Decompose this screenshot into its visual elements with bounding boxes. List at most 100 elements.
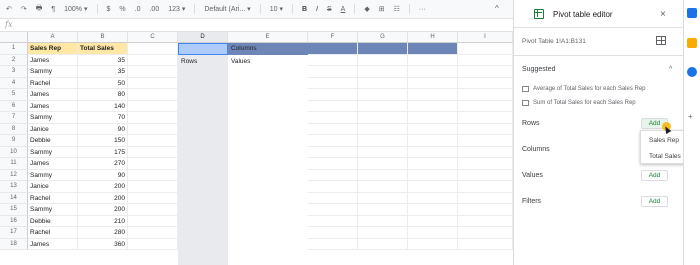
suggestion-sum[interactable]: Sum of Total Sales for each Sales Rep [522, 100, 636, 106]
row-header[interactable]: 9 [0, 135, 28, 147]
empty-cell[interactable] [128, 123, 178, 135]
collapse-toolbar-icon[interactable]: ^ [495, 4, 499, 13]
empty-cell[interactable] [358, 215, 408, 227]
row-header[interactable]: 4 [0, 77, 28, 89]
row-header[interactable]: 2 [0, 54, 28, 66]
cell-total-sales[interactable]: 175 [78, 146, 128, 158]
cell-total-sales[interactable]: 140 [78, 100, 128, 112]
empty-cell[interactable] [358, 123, 408, 135]
empty-cell[interactable] [308, 43, 358, 55]
empty-cell[interactable] [408, 146, 458, 158]
empty-cell[interactable] [128, 43, 178, 55]
cell-sales-rep[interactable]: Rachel [28, 77, 78, 89]
select-range-icon[interactable] [656, 36, 666, 45]
increase-decimal-button[interactable]: .00 [149, 6, 159, 13]
column-header-h[interactable]: H [408, 32, 458, 43]
empty-cell[interactable] [308, 54, 358, 66]
cell-total-sales[interactable]: 80 [78, 89, 128, 101]
paint-format-icon[interactable]: ¶ [51, 6, 55, 13]
empty-cell[interactable] [128, 66, 178, 78]
column-header-i[interactable]: I [458, 32, 513, 43]
values-add-button[interactable]: Add [641, 170, 668, 181]
empty-cell[interactable] [128, 215, 178, 227]
row-header[interactable]: 17 [0, 227, 28, 239]
empty-cell[interactable] [458, 77, 513, 89]
empty-cell[interactable] [408, 135, 458, 147]
cell-total-sales[interactable]: 90 [78, 169, 128, 181]
empty-cell[interactable] [358, 112, 408, 124]
row-header[interactable]: 3 [0, 66, 28, 78]
cell-sales-rep[interactable]: Debbie [28, 215, 78, 227]
empty-cell[interactable] [308, 215, 358, 227]
row-header[interactable]: 5 [0, 89, 28, 101]
empty-cell[interactable] [458, 66, 513, 78]
row-header[interactable]: 12 [0, 169, 28, 181]
tasks-icon[interactable] [687, 67, 697, 77]
cell-total-sales[interactable]: 90 [78, 123, 128, 135]
cell-sales-rep[interactable]: Sammy [28, 204, 78, 216]
borders-icon[interactable]: ⊞ [379, 5, 385, 13]
empty-cell[interactable] [358, 146, 408, 158]
calendar-icon[interactable] [687, 8, 697, 18]
empty-cell[interactable] [128, 112, 178, 124]
undo-icon[interactable]: ↶ [6, 5, 12, 13]
empty-cell[interactable] [408, 181, 458, 193]
zoom-select[interactable]: 100% ▾ [64, 5, 87, 14]
empty-cell[interactable] [358, 54, 408, 66]
cell-total-sales[interactable]: 200 [78, 181, 128, 193]
empty-cell[interactable] [128, 89, 178, 101]
row-header[interactable]: 10 [0, 146, 28, 158]
empty-cell[interactable] [358, 169, 408, 181]
row-header[interactable]: 6 [0, 100, 28, 112]
decrease-decimal-button[interactable]: .0 [135, 6, 141, 13]
empty-cell[interactable] [128, 77, 178, 89]
empty-cell[interactable] [358, 227, 408, 239]
empty-cell[interactable] [408, 100, 458, 112]
row-header[interactable]: 1 [0, 43, 28, 55]
text-color-button[interactable]: A [341, 6, 346, 13]
row-header[interactable]: 11 [0, 158, 28, 170]
empty-cell[interactable] [408, 89, 458, 101]
empty-cell[interactable] [458, 181, 513, 193]
empty-cell[interactable] [358, 77, 408, 89]
cell-sales-rep[interactable]: James [28, 100, 78, 112]
empty-cell[interactable] [458, 158, 513, 170]
cell-total-sales[interactable]: 150 [78, 135, 128, 147]
empty-cell[interactable] [308, 192, 358, 204]
cell-sales-rep[interactable]: Debbie [28, 135, 78, 147]
empty-cell[interactable] [308, 100, 358, 112]
empty-cell[interactable] [458, 135, 513, 147]
column-header-d[interactable]: D [178, 32, 228, 43]
cell-total-sales[interactable]: 280 [78, 227, 128, 239]
empty-cell[interactable] [408, 77, 458, 89]
filters-add-button[interactable]: Add [641, 196, 668, 207]
spreadsheet-grid[interactable]: A B C D E F G H I Columns Rows Values 1S… [0, 32, 513, 265]
empty-cell[interactable] [408, 54, 458, 66]
column-header-a[interactable]: A [28, 32, 78, 43]
cell-sales-rep[interactable]: Rachel [28, 227, 78, 239]
cell-sales-rep[interactable]: Rachel [28, 192, 78, 204]
row-header[interactable]: 7 [0, 112, 28, 124]
strikethrough-button[interactable]: S [327, 6, 332, 13]
cell-sales-rep[interactable]: James [28, 158, 78, 170]
empty-cell[interactable] [308, 123, 358, 135]
empty-cell[interactable] [128, 100, 178, 112]
dropdown-item-total-sales[interactable]: Total Sales [649, 153, 681, 160]
column-header-g[interactable]: G [358, 32, 408, 43]
column-header-b[interactable]: B [78, 32, 128, 43]
cell-total-sales[interactable]: 200 [78, 192, 128, 204]
cell-sales-rep[interactable]: James [28, 54, 78, 66]
empty-cell[interactable] [128, 181, 178, 193]
empty-cell[interactable] [308, 77, 358, 89]
percent-format-button[interactable]: % [119, 6, 125, 13]
cell-total-sales[interactable]: 50 [78, 77, 128, 89]
empty-cell[interactable] [308, 181, 358, 193]
cell-total-sales[interactable]: 360 [78, 238, 128, 250]
cell-total-sales[interactable]: 35 [78, 66, 128, 78]
font-size-select[interactable]: 10 ▾ [270, 5, 283, 14]
cell-total-sales[interactable]: 35 [78, 54, 128, 66]
empty-cell[interactable] [308, 238, 358, 250]
empty-cell[interactable] [458, 169, 513, 181]
cell-sales-rep[interactable]: Sammy [28, 66, 78, 78]
empty-cell[interactable] [358, 204, 408, 216]
